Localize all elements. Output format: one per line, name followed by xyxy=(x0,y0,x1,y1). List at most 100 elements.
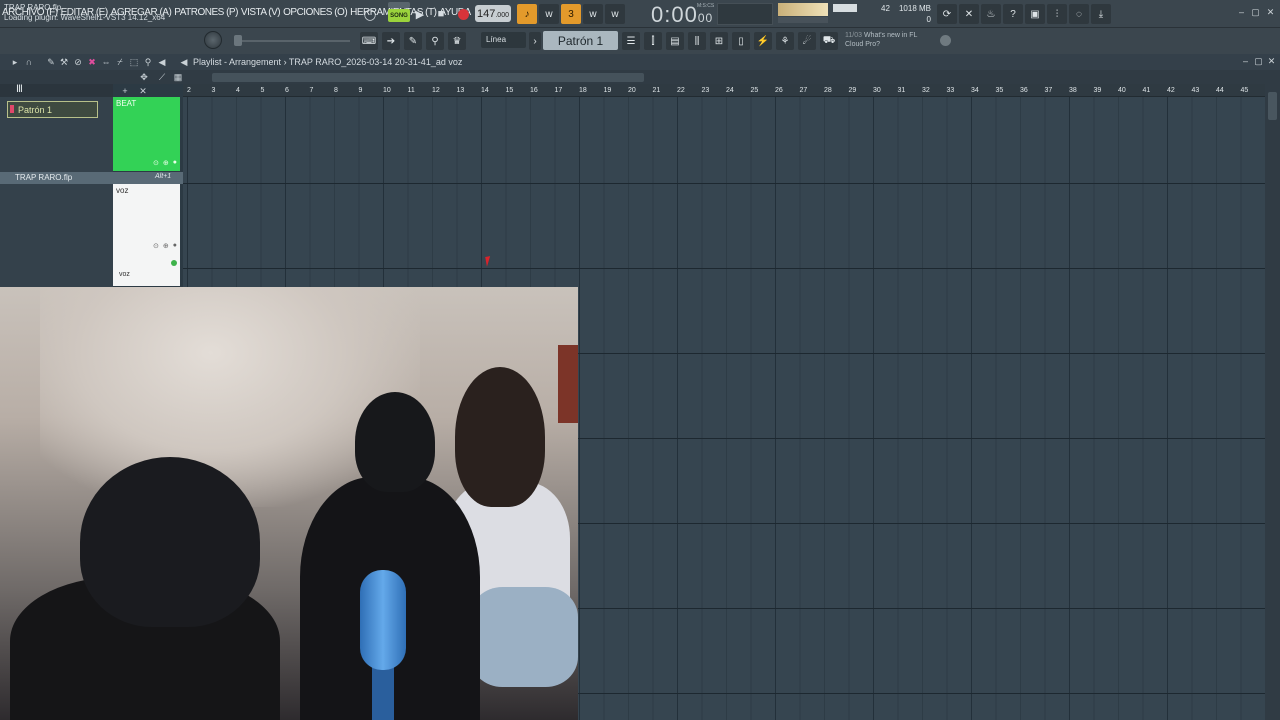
menu-patrones[interactable]: PATRONES (P) xyxy=(174,7,241,18)
master-pitch-slider[interactable] xyxy=(238,40,350,42)
slip-icon[interactable]: ⇔ xyxy=(101,57,111,67)
news-settings-icon[interactable] xyxy=(940,35,951,46)
track-active-led[interactable] xyxy=(171,260,177,266)
track-record-icon[interactable]: ● xyxy=(173,159,177,167)
timeline-ruler[interactable]: 2 3 4 5 6 7 8 9 10 11 12 13 14 15 16 17 18 19 20 21 22 23 24 25… xyxy=(183,84,1265,97)
ruler-bar-number: 8 xyxy=(334,87,338,94)
recording-options-icon[interactable]: ◯ xyxy=(360,4,380,24)
ruler-bar-number: 21 xyxy=(652,87,661,94)
playlist-close-icon[interactable]: ✕ xyxy=(1267,57,1276,66)
draw-icon[interactable]: ✎ xyxy=(404,32,422,50)
track-mute-icon[interactable]: ⊙ xyxy=(153,159,159,167)
maximize-icon[interactable]: ▢ xyxy=(1251,8,1260,17)
metronome-icon[interactable]: ♪ xyxy=(517,4,537,24)
clipboard-icon[interactable]: ▯ xyxy=(732,32,750,50)
track-header-beat[interactable]: BEAT ⊙ ⊕ ● xyxy=(113,97,180,171)
close-track-icon[interactable]: ✕ xyxy=(138,86,148,96)
mixer-icon[interactable]: ⫶ xyxy=(1047,4,1067,24)
master-pitch-meter[interactable] xyxy=(778,17,828,23)
play-icon[interactable]: ▶ xyxy=(410,4,430,24)
piano-icon[interactable]: Ⅲ xyxy=(16,84,23,95)
tool-icon-3[interactable]: ▦ xyxy=(173,72,183,82)
arrow-right-icon[interactable]: ➔ xyxy=(382,32,400,50)
clip-label: voz xyxy=(119,271,130,278)
mixer-view-icon[interactable]: ⫼ xyxy=(688,32,706,50)
playback-icon[interactable]: ◀ xyxy=(157,57,167,67)
save-icon[interactable]: ▣ xyxy=(1025,4,1045,24)
refresh-icon[interactable]: ⟳ xyxy=(937,4,957,24)
record-icon[interactable] xyxy=(453,4,473,24)
tempo-decimal: .000 xyxy=(495,11,509,19)
link-icon[interactable]: ⚲ xyxy=(426,32,444,50)
track-mute-icon[interactable]: ⊙ xyxy=(153,242,159,250)
tool-icon-2[interactable]: ⟋ xyxy=(157,72,167,82)
shop-icon[interactable]: ⛟ xyxy=(820,32,838,50)
news-headline: What's new in FL xyxy=(863,32,918,39)
time-sub: 00 xyxy=(697,11,714,25)
memory-monitor: 1018 MB 0 xyxy=(897,3,931,25)
piano-roll-icon[interactable]: ⫿ xyxy=(644,32,662,50)
mute-icon[interactable]: ✖ xyxy=(87,57,97,67)
song-mode-button[interactable]: SONG xyxy=(388,9,410,22)
pattern-list-item[interactable]: Patrón 1 xyxy=(7,101,98,118)
tempo-display[interactable]: 147.000 xyxy=(475,5,511,22)
playlist-maximize-icon[interactable]: ▢ xyxy=(1254,57,1263,66)
slider-thumb[interactable] xyxy=(234,35,242,46)
add-track-icon[interactable]: + xyxy=(120,86,130,96)
typing-keyboard-icon[interactable]: ⌨ xyxy=(360,32,378,50)
ruler-bar-number: 16 xyxy=(530,87,538,94)
stamp-icon[interactable]: ♛ xyxy=(448,32,466,50)
snap-selector[interactable]: Línea xyxy=(481,32,526,48)
plugin-icon[interactable]: ⚡ xyxy=(754,32,772,50)
cpu-value: 42 xyxy=(881,4,890,13)
minimize-icon[interactable]: – xyxy=(1237,8,1246,17)
playlist-minimize-icon[interactable]: – xyxy=(1241,57,1250,66)
zoom-horizontal-icon[interactable]: ✥ xyxy=(139,72,149,82)
vertical-scrollbar-thumb[interactable] xyxy=(1268,92,1277,120)
pencil-icon[interactable]: ✎ xyxy=(46,57,56,67)
performance-icon[interactable]: ⚘ xyxy=(776,32,794,50)
step-edit-icon[interactable]: w xyxy=(583,4,603,24)
playlist-icon[interactable]: ☰ xyxy=(622,32,640,50)
playlist-arrows-icon[interactable]: ◀ xyxy=(179,57,189,67)
track-solo-icon[interactable]: ⊕ xyxy=(163,159,169,167)
delete-icon[interactable]: ⊘ xyxy=(73,57,83,67)
pattern-selector[interactable]: Patrón 1 xyxy=(543,31,618,50)
playlist-menu-icon[interactable]: ▸ xyxy=(10,57,20,67)
zoom-icon[interactable]: ⚲ xyxy=(143,57,153,67)
chat-icon[interactable]: ◌ xyxy=(1069,4,1089,24)
loop-record-icon[interactable]: w xyxy=(605,4,625,24)
browser-icon[interactable]: ⊞ xyxy=(710,32,728,50)
microphone-icon[interactable]: ♨ xyxy=(981,4,1001,24)
magnet-icon[interactable]: ∩ xyxy=(24,57,34,67)
track-header-voz[interactable]: voz ⊙ ⊕ ● voz xyxy=(113,184,180,286)
countdown-icon[interactable]: 3 xyxy=(561,4,581,24)
brush-icon[interactable]: ⚒ xyxy=(59,57,69,67)
pattern-mode-button[interactable] xyxy=(388,2,410,8)
memory-value: 1018 MB xyxy=(898,4,931,13)
select-icon[interactable]: ⬚ xyxy=(129,57,139,67)
stop-icon[interactable]: ■ xyxy=(431,4,451,24)
slice-icon[interactable]: ⌿ xyxy=(115,57,125,67)
menu-opciones[interactable]: OPCIONES (O) xyxy=(283,7,350,18)
menu-vista[interactable]: VISTA (V) xyxy=(241,7,283,18)
vertical-scrollbar[interactable] xyxy=(1265,84,1280,720)
pattern-prev-icon[interactable]: › xyxy=(529,32,541,50)
ruler-bar-number: 20 xyxy=(628,87,636,94)
track-solo-icon[interactable]: ⊕ xyxy=(163,242,169,250)
master-volume-knob[interactable] xyxy=(204,31,222,49)
master-volume-meter[interactable] xyxy=(778,3,828,16)
channel-rack-icon[interactable]: ▤ xyxy=(666,32,684,50)
download-icon[interactable]: ⤓ xyxy=(1091,4,1111,24)
touch-icon[interactable]: ☄ xyxy=(798,32,816,50)
close-icon[interactable]: ✕ xyxy=(1266,8,1275,17)
help-icon[interactable]: ? xyxy=(1003,4,1023,24)
tools-icon[interactable]: ✕ xyxy=(959,4,979,24)
horizontal-scrollbar[interactable] xyxy=(212,73,644,82)
track-record-icon[interactable]: ● xyxy=(173,242,177,250)
ruler-bar-number: 22 xyxy=(677,87,685,94)
wait-input-icon[interactable]: w xyxy=(539,4,559,24)
news-panel[interactable]: 11/03 What's new in FL Cloud Pro? xyxy=(845,31,917,49)
ruler-bar-number: 7 xyxy=(309,87,314,94)
ruler-bar-number: 44 xyxy=(1216,87,1224,94)
